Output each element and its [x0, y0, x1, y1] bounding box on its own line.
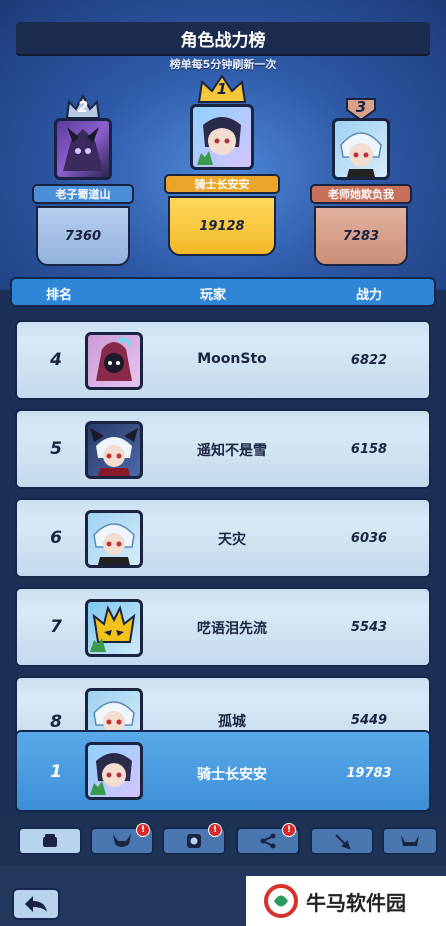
row-player-name: 遥知不是雪 [197, 443, 267, 459]
podium-power-box: 7283 [314, 206, 408, 266]
column-power: 战力 [356, 288, 383, 303]
podium-power-box: 7360 [36, 206, 130, 266]
table-row[interactable]: 4 MoonSto 6822 [15, 320, 431, 400]
my-rank-row[interactable]: 1 骑士长安安 19783 [15, 730, 431, 812]
row-rank: 6 [50, 528, 62, 548]
fist-icon [43, 834, 57, 847]
column-rank: 排名 [46, 288, 73, 303]
column-player: 玩家 [200, 288, 227, 303]
hooded-mage-icon [96, 337, 132, 381]
avatar [85, 332, 143, 390]
knight-portrait-icon [197, 117, 241, 165]
rank-badge-second: 2 [63, 94, 103, 120]
table-row[interactable]: 6 天灾 6036 [15, 498, 431, 578]
row-player-name: 孤城 [218, 714, 246, 730]
row-rank: 1 [50, 762, 62, 782]
podium-name-bar: 老师她欺负我 [310, 184, 412, 204]
row-power: 6036 [350, 531, 388, 546]
tab-emblem[interactable]: ! [162, 823, 226, 855]
avatar [85, 599, 143, 657]
notification-badge: ! [208, 823, 222, 837]
podium-power-box: 19128 [168, 196, 276, 256]
podium-third[interactable]: 3 老师她欺负我 7283 [310, 96, 412, 266]
dragon-portrait-icon [63, 127, 103, 171]
avatar [332, 118, 390, 180]
row-rank: 8 [50, 712, 62, 732]
tab-network[interactable]: ! [236, 823, 300, 855]
horned-helmet-icon [113, 834, 131, 847]
podium-first[interactable]: 1 骑士长安安 19128 [164, 74, 280, 256]
table-row[interactable]: 5 遥知不是雪 6158 [15, 409, 431, 489]
rank-number: 3 [355, 98, 367, 116]
category-tab-bar: ! ! ! [0, 820, 446, 866]
watermark-logo-icon [264, 884, 298, 918]
podium-name-bar: 老子蜀道山 [32, 184, 134, 204]
avatar [85, 421, 143, 479]
player-power: 7360 [64, 228, 102, 244]
horned-hero-icon [90, 428, 138, 476]
watermark: 牛马软件园 [246, 876, 446, 926]
player-name: 老子蜀道山 [55, 188, 111, 201]
row-rank: 7 [50, 617, 62, 637]
back-arrow-icon [25, 896, 47, 912]
row-power: 19783 [346, 766, 392, 781]
avatar [54, 118, 112, 180]
viking-helmet-icon [401, 835, 419, 846]
tab-power[interactable] [18, 827, 82, 855]
rank-number: 1 [216, 80, 228, 98]
ranking-table-header: 排名 玩家 战力 [10, 277, 436, 307]
player-name: 骑士长安安 [194, 178, 250, 191]
tab-horned[interactable]: ! [90, 823, 154, 855]
player-power: 19128 [199, 218, 245, 234]
row-power: 5449 [350, 713, 388, 728]
rank-badge-first: 1 [195, 74, 249, 104]
shield-emblem-icon [187, 834, 201, 848]
avatar [85, 510, 143, 568]
avatar [190, 104, 254, 170]
avatar [85, 742, 143, 800]
row-power: 6158 [350, 442, 388, 457]
watermark-text: 牛马软件园 [306, 890, 406, 915]
back-button[interactable] [12, 888, 60, 920]
row-rank: 5 [50, 439, 62, 459]
row-player-name: 天灾 [218, 532, 246, 548]
notification-badge: ! [282, 823, 296, 837]
page-title: 角色战力榜 [16, 22, 430, 54]
row-power: 5543 [350, 620, 388, 635]
notification-badge: ! [136, 823, 150, 837]
white-hair-portrait-icon [340, 132, 382, 177]
row-player-name: 呓语泪先流 [197, 621, 267, 637]
podium-name-bar: 骑士长安安 [164, 174, 280, 194]
white-hair-portrait-icon [93, 523, 135, 565]
table-row[interactable]: 7 呓语泪先流 5543 [15, 587, 431, 667]
player-name: 老师她欺负我 [328, 188, 394, 201]
tab-sword[interactable] [310, 827, 374, 855]
refresh-note: 榜单每5分钟刷新一次 [169, 58, 277, 71]
row-rank: 4 [50, 350, 62, 370]
knight-portrait-icon [90, 753, 132, 795]
spiky-yellow-creature-icon [90, 605, 136, 652]
row-player-name: 骑士长安安 [197, 767, 267, 783]
rank-number: 2 [77, 98, 89, 116]
player-power: 7283 [342, 228, 380, 244]
sword-icon [335, 834, 351, 850]
row-power: 6822 [350, 353, 388, 368]
tab-viking[interactable] [382, 827, 438, 855]
row-player-name: MoonSto [197, 351, 267, 367]
network-icon [260, 833, 276, 849]
podium-second[interactable]: 2 老子蜀道山 7360 [32, 94, 134, 266]
